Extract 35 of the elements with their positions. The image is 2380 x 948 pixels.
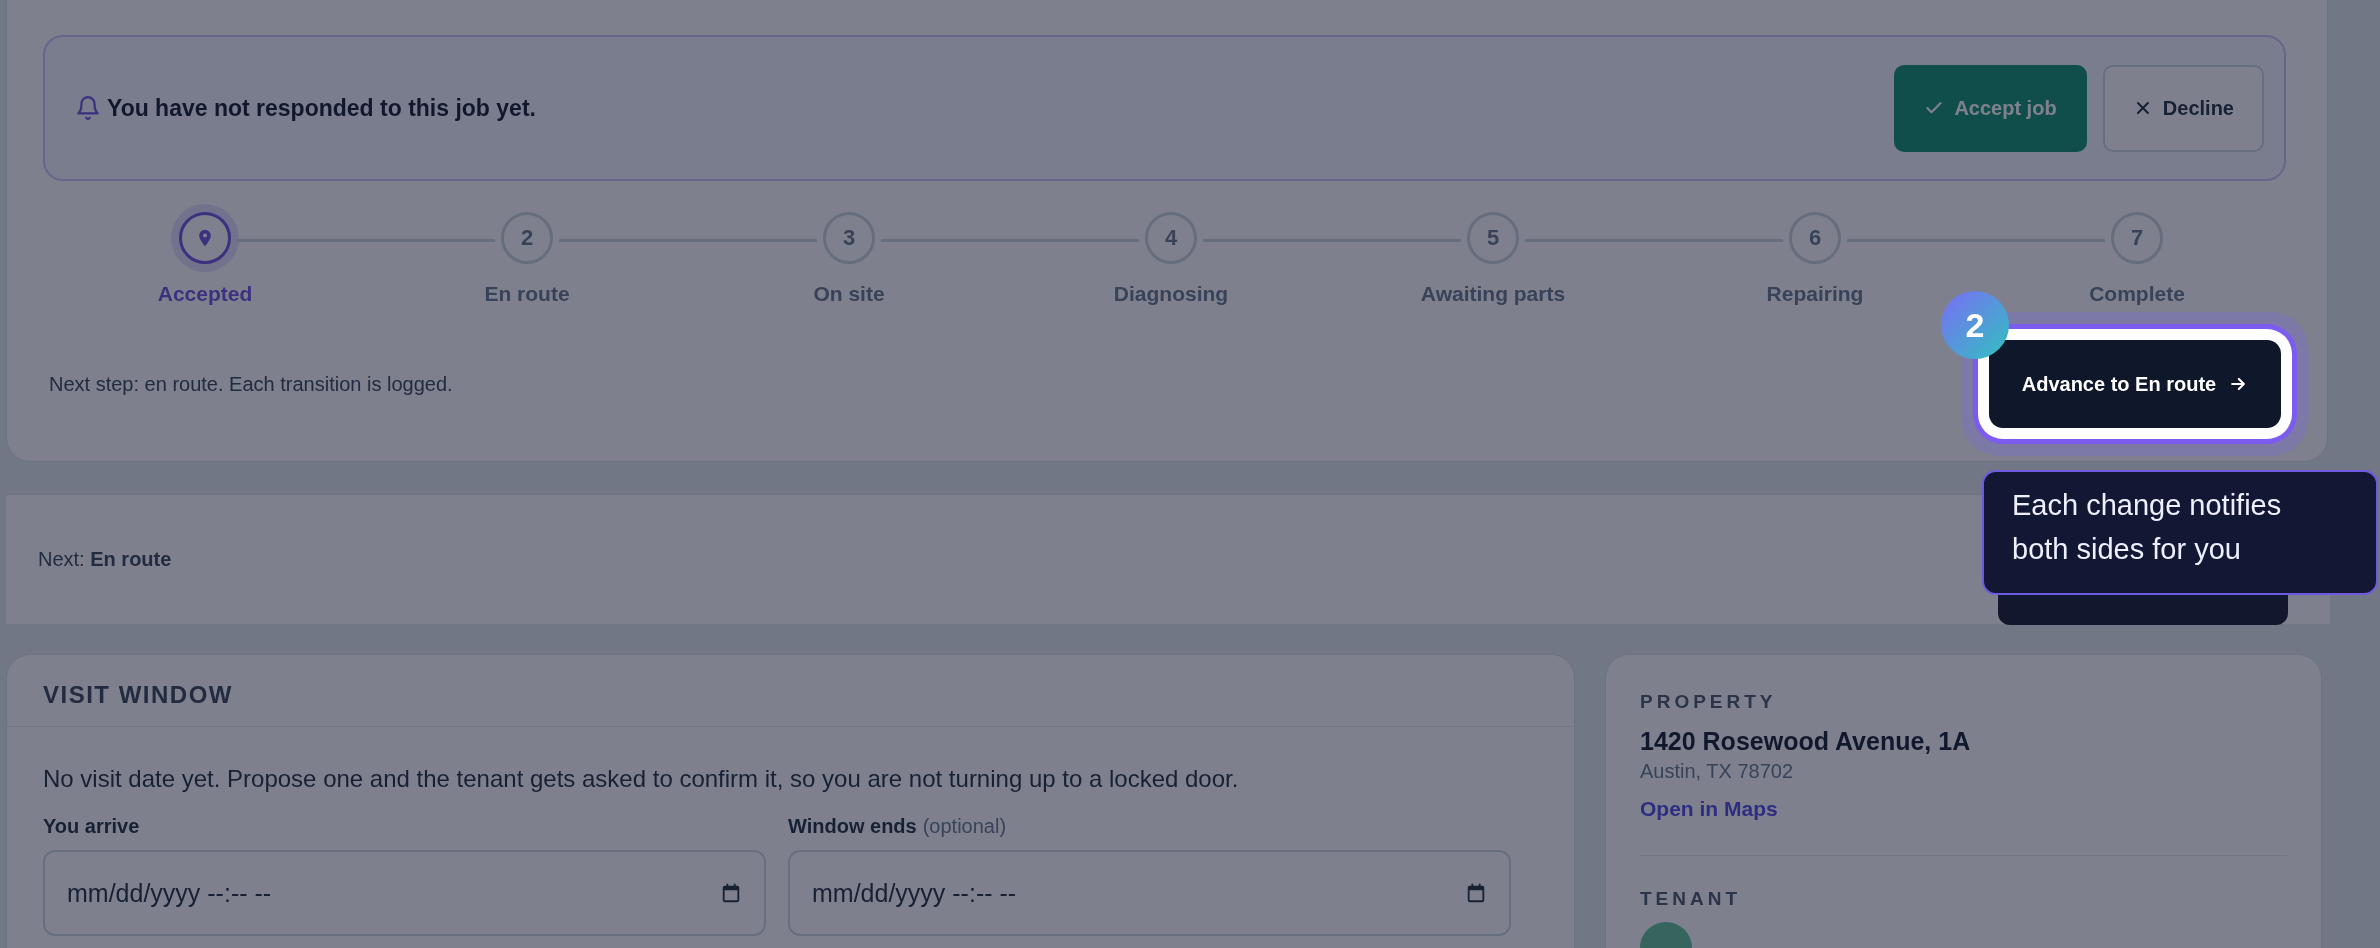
next-step-text: Next: En route xyxy=(38,548,172,571)
step-note: Next step: en route. Each transition is logged. xyxy=(49,372,453,396)
calendar-icon xyxy=(720,882,742,904)
property-address: 1420 Rosewood Avenue, 1A xyxy=(1640,727,1971,756)
field-hint: (optional) xyxy=(922,815,1007,838)
step-circle: 6 xyxy=(1789,212,1841,264)
section-title: TENANT xyxy=(1640,888,1742,910)
step-label: Awaiting parts xyxy=(1420,282,1566,306)
tour-tooltip: Each change notifies both sides for you xyxy=(1982,470,2378,595)
datetime-field[interactable]: mm/dd/yyyy --:-- -- xyxy=(788,850,1511,936)
tour-step-badge: 2 xyxy=(1941,291,2009,359)
step-label: En route xyxy=(484,282,570,306)
step-label: Diagnosing xyxy=(1113,282,1229,306)
datetime-field[interactable]: mm/dd/yyyy --:-- -- xyxy=(43,850,766,936)
step-label: Accepted xyxy=(157,282,253,306)
section-title: PROPERTY xyxy=(1640,691,1777,713)
step-label: Complete xyxy=(2089,282,2185,306)
step-circle: 2 xyxy=(501,212,553,264)
step-circle: 4 xyxy=(1145,212,1197,264)
open-in-maps-link[interactable]: Open in Maps xyxy=(1640,797,1778,821)
bell-icon xyxy=(75,95,101,121)
field-label: Window ends xyxy=(788,815,917,838)
card-title: VISIT WINDOW xyxy=(43,681,233,708)
step-label: Repairing xyxy=(1766,282,1864,306)
alert-message: You have not responded to this job yet. xyxy=(107,94,537,122)
step-circle: 5 xyxy=(1467,212,1519,264)
visit-description: No visit date yet. Propose one and the tenant gets asked to confirm it, so you are not turning up to a locked door. xyxy=(43,765,1240,793)
accept-job-button[interactable]: Accept job xyxy=(1894,64,2087,152)
decline-button[interactable]: Decline xyxy=(2103,64,2264,152)
field-label: You arrive xyxy=(43,815,140,838)
step-circle: 7 xyxy=(2111,212,2163,264)
property-city: Austin, TX 78702 xyxy=(1640,760,1794,783)
step-circle: 3 xyxy=(823,212,875,264)
step-label: On site xyxy=(813,282,885,306)
calendar-icon xyxy=(1465,882,1487,904)
